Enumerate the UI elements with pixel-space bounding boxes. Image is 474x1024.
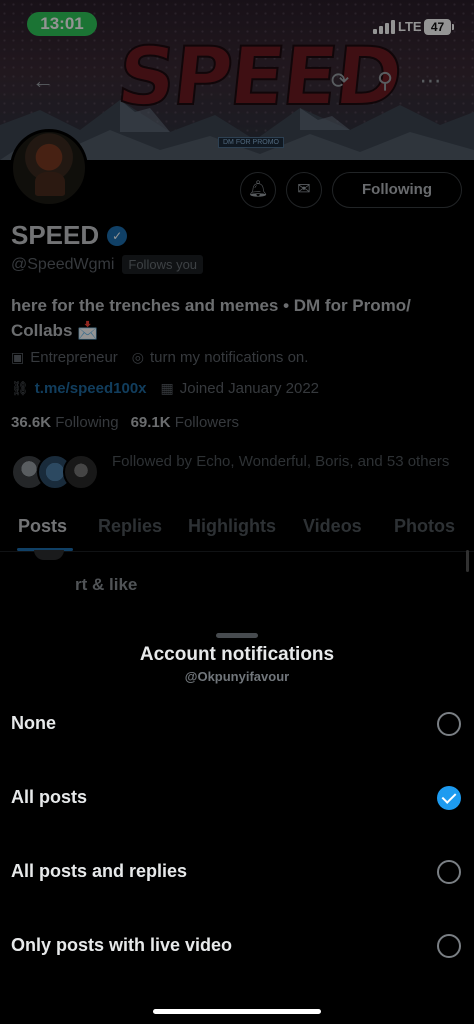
option-all-posts-replies[interactable]: All posts and replies (0, 843, 474, 903)
option-none[interactable]: None (0, 695, 474, 755)
checkmark-radio-icon[interactable] (437, 786, 461, 810)
radio-button[interactable] (437, 934, 461, 958)
more-icon[interactable]: ⋯ (416, 66, 446, 96)
message-button[interactable]: ✉ (286, 172, 322, 208)
refresh-icon[interactable]: ⟳ (325, 66, 355, 96)
signal-icon (373, 20, 395, 34)
link-item[interactable]: ⛓ t.me/speed100x (11, 380, 147, 397)
battery-icon: 47 (424, 19, 454, 35)
avatar (63, 454, 99, 490)
sheet-grabber[interactable] (216, 633, 258, 638)
tab-posts[interactable]: Posts (18, 516, 67, 537)
sheet-title: Account notifications (139, 644, 335, 665)
post-avatar (34, 550, 64, 560)
verified-badge-icon: ✓ (107, 225, 128, 246)
post-text: rt & like (75, 575, 138, 594)
home-indicator[interactable] (153, 1009, 321, 1014)
bell-icon: 🔔︎ (247, 181, 269, 198)
option-all-posts[interactable]: All posts (0, 769, 474, 829)
search-icon[interactable]: ⚲ (370, 66, 400, 96)
followers-stat[interactable]: 69.1K Followers (131, 414, 239, 431)
notifications-sheet: Account notifications @Okpunyifavour Non… (0, 627, 474, 1024)
sheet-subtitle: @Okpunyifavour (184, 669, 290, 684)
scrollbar[interactable] (466, 550, 469, 572)
profile-handle: @SpeedWgmi (11, 255, 115, 273)
location-label: turn my notifications on. (150, 349, 309, 366)
meta-row-1: ▣ Entrepreneur ◎ turn my notifications o… (11, 349, 308, 366)
profile-section: 🔔︎ ✉ Following SPEED ✓ @SpeedWgmi Follow… (0, 129, 474, 640)
tab-replies[interactable]: Replies (98, 516, 162, 537)
network-label: LTE (398, 19, 422, 34)
followed-by-row[interactable]: Followed by Echo, Wonderful, Boris, and … (11, 450, 471, 494)
joined-item: ▦ Joined January 2022 (161, 380, 320, 397)
tab-photos[interactable]: Photos (394, 516, 455, 537)
location-item: ◎ turn my notifications on. (132, 349, 309, 366)
name-row: SPEED ✓ (11, 220, 128, 251)
handle-row: @SpeedWgmi Follows you (11, 255, 204, 274)
radio-button[interactable] (437, 712, 461, 736)
calendar-icon: ▦ (160, 380, 174, 396)
status-bar: 13:01 LTE 47 (0, 0, 474, 50)
follows-you-badge: Follows you (122, 255, 204, 274)
followed-by-text: Followed by Echo, Wonderful, Boris, and … (112, 453, 450, 470)
back-arrow-icon[interactable]: ← (28, 66, 58, 96)
option-label: Only posts with live video (11, 935, 233, 955)
option-label: All posts (11, 787, 88, 807)
meta-row-2: ⛓ t.me/speed100x ▦ Joined January 2022 (11, 380, 319, 397)
banner-tag: DM FOR PROMO (218, 137, 284, 148)
radio-button[interactable] (437, 860, 461, 884)
profile-link[interactable]: t.me/speed100x (35, 380, 147, 397)
mail-icon: ✉ (297, 181, 311, 198)
tab-videos[interactable]: Videos (303, 516, 362, 537)
category-label: Entrepreneur (30, 349, 118, 366)
status-time: 13:01 (27, 12, 97, 36)
profile-bio: here for the trenches and memes • DM for… (11, 296, 411, 340)
following-stat[interactable]: 36.6K Following (11, 414, 119, 431)
profile-tabs: Posts Replies Highlights Videos Photos (0, 510, 474, 552)
tab-highlights[interactable]: Highlights (188, 516, 276, 537)
option-label: All posts and replies (11, 861, 188, 881)
location-pin-icon: ◎ (131, 349, 145, 365)
category-item: ▣ Entrepreneur (11, 349, 118, 366)
display-name: SPEED (11, 220, 100, 250)
briefcase-icon: ▣ (11, 349, 25, 365)
profile-avatar[interactable] (10, 129, 88, 207)
option-live-video[interactable]: Only posts with live video (0, 917, 474, 977)
notification-bell-button[interactable]: 🔔︎ (240, 172, 276, 208)
following-button[interactable]: Following (332, 172, 462, 208)
option-label: None (11, 713, 56, 733)
link-icon: ⛓ (11, 380, 29, 396)
follow-stats: 36.6K Following 69.1K Followers (11, 414, 239, 431)
joined-label: Joined January 2022 (179, 380, 320, 397)
